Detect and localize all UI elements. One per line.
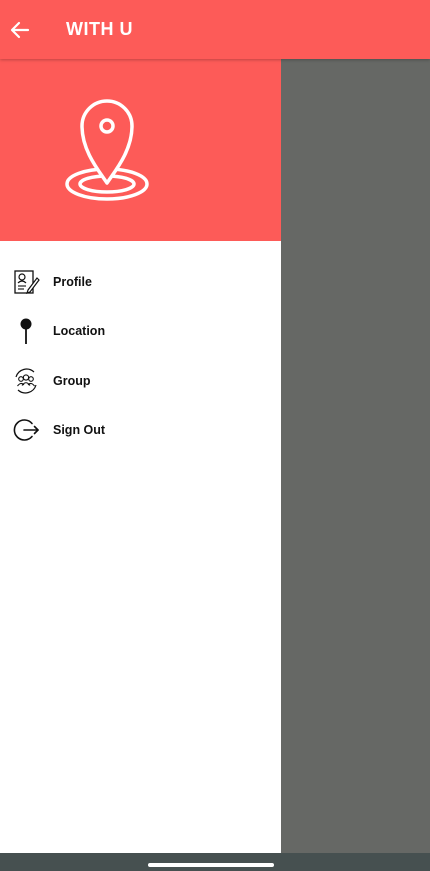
drawer-item-label: Location [53, 324, 106, 339]
drawer-header [0, 59, 281, 241]
arrow-left-icon [10, 21, 30, 38]
drawer-item-location[interactable]: Location [0, 307, 281, 357]
drawer-item-profile[interactable]: Profile [0, 257, 281, 307]
drawer-scrim[interactable] [281, 59, 430, 853]
drawer-item-label: Sign Out [53, 423, 106, 438]
sign-out-icon [12, 416, 40, 444]
pushpin-icon [12, 317, 40, 345]
back-button[interactable] [0, 10, 40, 50]
app-bar: WITH U [0, 0, 430, 59]
group-people-icon [12, 367, 40, 395]
drawer-item-group[interactable]: Group [0, 356, 281, 406]
home-gesture-handle[interactable] [148, 863, 274, 867]
drawer-item-label: Group [53, 373, 91, 388]
drawer-item-sign-out[interactable]: Sign Out [0, 406, 281, 456]
app-screen: WITH U Profile Location Group Sign Out [0, 0, 430, 871]
location-pin-icon [65, 99, 149, 201]
app-title: WITH U [66, 19, 133, 39]
system-navigation-bar [0, 853, 430, 871]
profile-document-icon [12, 268, 40, 296]
drawer-menu: Profile Location Group Sign Out [0, 241, 281, 455]
drawer-item-label: Profile [53, 274, 92, 289]
navigation-drawer: Profile Location Group Sign Out [0, 59, 281, 853]
